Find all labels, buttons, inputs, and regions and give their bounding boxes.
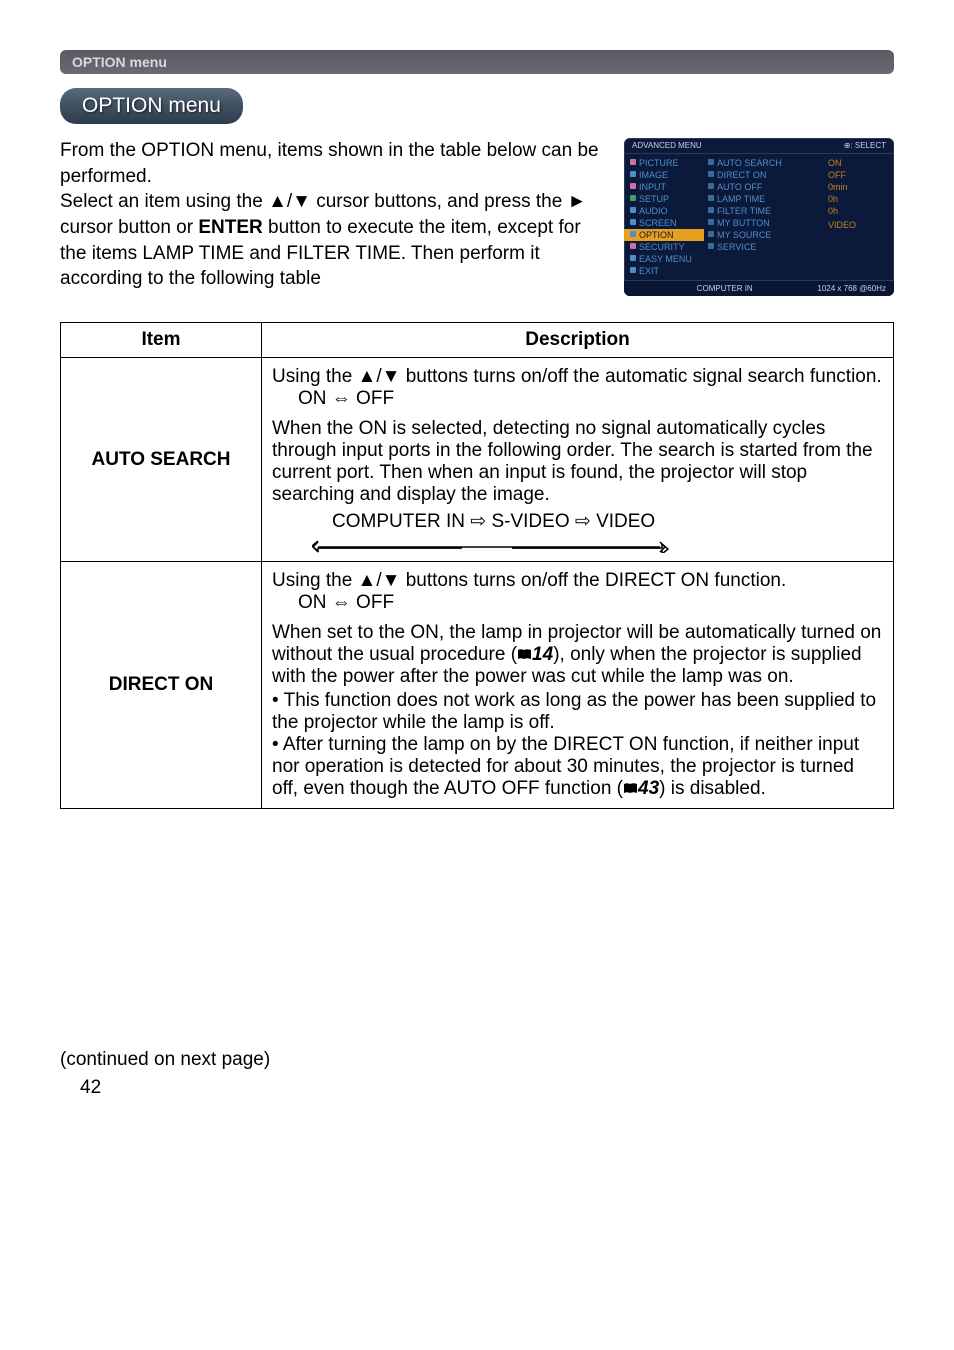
- osd-bottom-mid: COMPUTER IN: [697, 284, 753, 293]
- page-title: OPTION menu: [60, 88, 243, 124]
- page-ref: 14: [532, 644, 553, 665]
- book-icon: [517, 645, 532, 657]
- osd-right-val: 0min: [824, 181, 894, 193]
- osd-mid-item: FILTER TIME: [704, 205, 824, 217]
- desc-line: Using the ▲/▼ buttons turns on/off the a…: [272, 366, 883, 388]
- section-banner: OPTION menu: [60, 50, 894, 74]
- cycle-arrow-icon: [312, 537, 883, 553]
- row-item-direct-on: DIRECT ON: [61, 562, 262, 809]
- desc-toggle: ON ⇔ OFF: [298, 388, 883, 410]
- osd-left-item: SCREEN: [624, 217, 704, 229]
- osd-right-val: 0h: [824, 205, 894, 217]
- osd-bottom-right: 1024 x 768 @60Hz: [817, 284, 886, 293]
- osd-right-val: VIDEO: [824, 219, 894, 231]
- col-header-description: Description: [262, 323, 894, 358]
- desc-line: • This function does not work as long as…: [272, 690, 883, 734]
- osd-right-val: ON: [824, 157, 894, 169]
- osd-right-val: [824, 231, 894, 233]
- page-number: 42: [80, 1077, 894, 1099]
- intro-paragraph: From the OPTION menu, items shown in the…: [60, 138, 608, 292]
- desc-line: When set to the ON, the lamp in projecto…: [272, 622, 883, 688]
- osd-left-item: SECURITY: [624, 241, 704, 253]
- osd-mid-item: MY SOURCE: [704, 229, 824, 241]
- osd-mid-item: SERVICE: [704, 241, 824, 253]
- osd-left-item: AUDIO: [624, 205, 704, 217]
- osd-mid-item: LAMP TIME: [704, 193, 824, 205]
- continued-note: (continued on next page): [60, 1049, 894, 1071]
- page-ref: 43: [638, 778, 659, 799]
- osd-left-item-selected: OPTION: [624, 229, 704, 241]
- osd-mid-item: AUTO OFF: [704, 181, 824, 193]
- row-desc-direct-on: Using the ▲/▼ buttons turns on/off the D…: [262, 562, 894, 809]
- osd-mid-item: AUTO SEARCH: [704, 157, 824, 169]
- osd-left-item: PICTURE: [624, 157, 704, 169]
- desc-text: ) is disabled.: [659, 778, 766, 799]
- table-row: AUTO SEARCH Using the ▲/▼ buttons turns …: [61, 358, 894, 562]
- cycle-order: COMPUTER IN ⇨ S-VIDEO ⇨ VIDEO: [332, 510, 883, 533]
- desc-line: When the ON is selected, detecting no si…: [272, 418, 883, 506]
- osd-left-item: INPUT: [624, 181, 704, 193]
- osd-left-item: EXIT: [624, 265, 704, 277]
- osd-left-item: EASY MENU: [624, 253, 704, 265]
- row-item-auto-search: AUTO SEARCH: [61, 358, 262, 562]
- osd-advanced-menu: ADVANCED MENU: [632, 141, 702, 150]
- book-icon: [623, 779, 638, 791]
- desc-line: Using the ▲/▼ buttons turns on/off the D…: [272, 570, 883, 592]
- desc-toggle: ON ⇔ OFF: [298, 592, 883, 614]
- osd-left-item: SETUP: [624, 193, 704, 205]
- desc-text: • After turning the lamp on by the DIREC…: [272, 734, 859, 799]
- col-header-item: Item: [61, 323, 262, 358]
- options-table: Item Description AUTO SEARCH Using the ▲…: [60, 322, 894, 809]
- row-desc-auto-search: Using the ▲/▼ buttons turns on/off the a…: [262, 358, 894, 562]
- osd-left-item: IMAGE: [624, 169, 704, 181]
- osd-mid-item: DIRECT ON: [704, 169, 824, 181]
- osd-screenshot: ADVANCED MENU ⊕: SELECT PICTURE IMAGE IN…: [624, 138, 894, 296]
- desc-line: • After turning the lamp on by the DIREC…: [272, 734, 883, 800]
- osd-select-hint: ⊕: SELECT: [844, 141, 886, 150]
- osd-mid-item: MY BUTTON: [704, 217, 824, 229]
- osd-right-val: 0h: [824, 193, 894, 205]
- osd-right-val: OFF: [824, 169, 894, 181]
- table-row: DIRECT ON Using the ▲/▼ buttons turns on…: [61, 562, 894, 809]
